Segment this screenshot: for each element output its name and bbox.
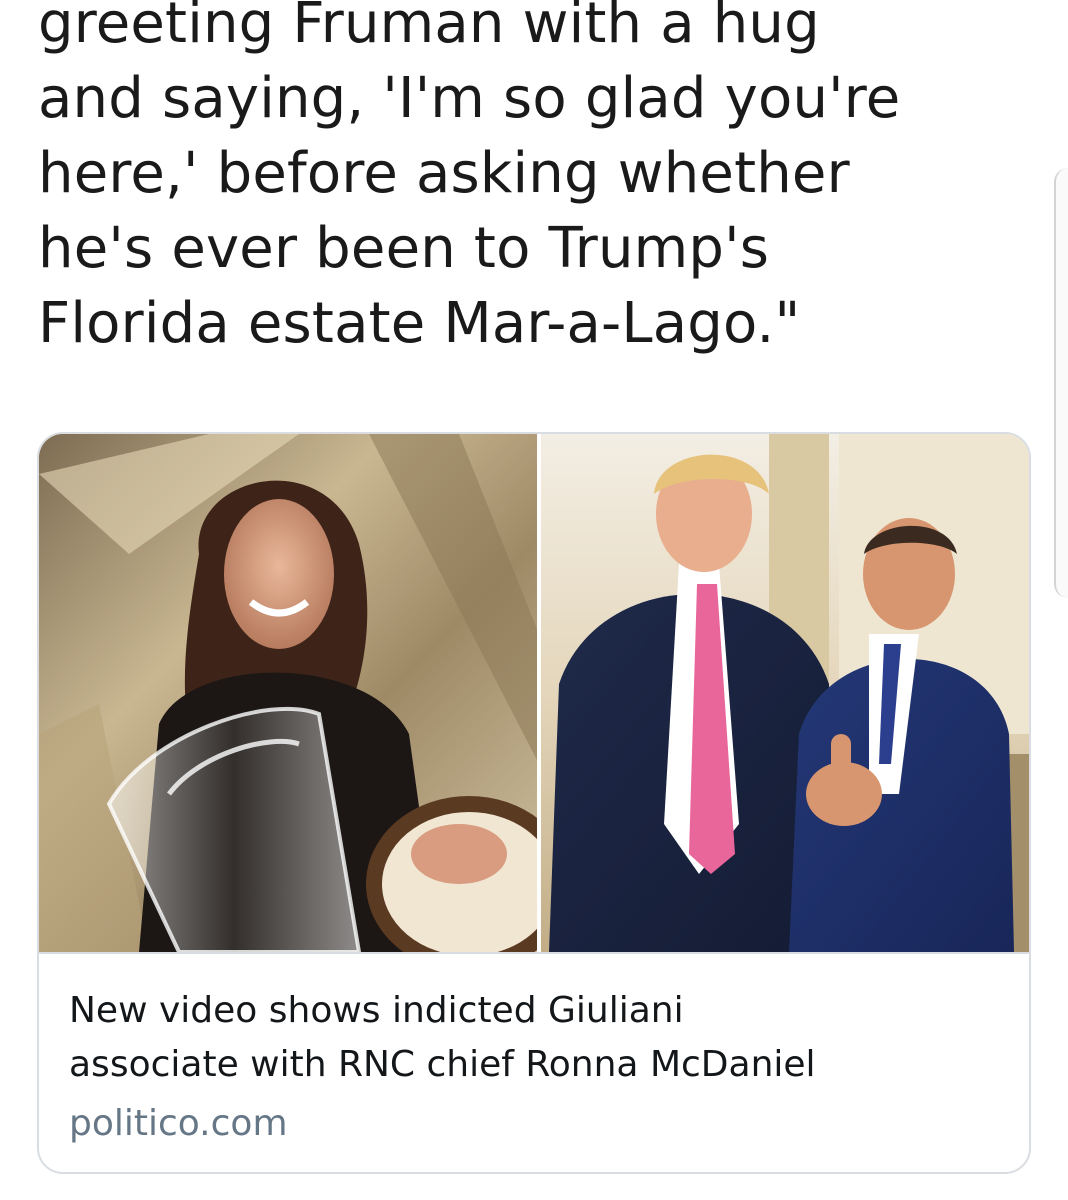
tweet-text-line: he's ever been to Trump's xyxy=(38,216,770,281)
card-body[interactable]: New video shows indicted Giuliani associ… xyxy=(39,952,1029,1172)
photo-divider xyxy=(537,434,541,952)
card-title-line: New video shows indicted Giuliani xyxy=(69,990,684,1031)
tweet-text-line: Florida estate Mar-a-Lago." xyxy=(38,291,801,356)
card-media[interactable] xyxy=(39,434,1029,952)
link-preview-card[interactable]: New video shows indicted Giuliani associ… xyxy=(37,432,1031,1174)
card-title[interactable]: New video shows indicted Giuliani associ… xyxy=(69,984,1009,1092)
scrollbar[interactable] xyxy=(1054,168,1068,598)
card-photo-right xyxy=(539,434,1029,952)
card-title-line: associate with RNC chief Ronna McDaniel xyxy=(69,1044,816,1085)
card-domain: politico.com xyxy=(69,1103,288,1144)
tweet-text: greeting Fruman with a hug and saying, '… xyxy=(38,0,1038,361)
tweet-text-line: here,' before asking whether xyxy=(38,141,850,206)
card-photo-left xyxy=(39,434,539,952)
tweet-text-line: and saying, 'I'm so glad you're xyxy=(38,66,901,131)
tweet-text-line: greeting Fruman with a hug xyxy=(38,0,820,56)
